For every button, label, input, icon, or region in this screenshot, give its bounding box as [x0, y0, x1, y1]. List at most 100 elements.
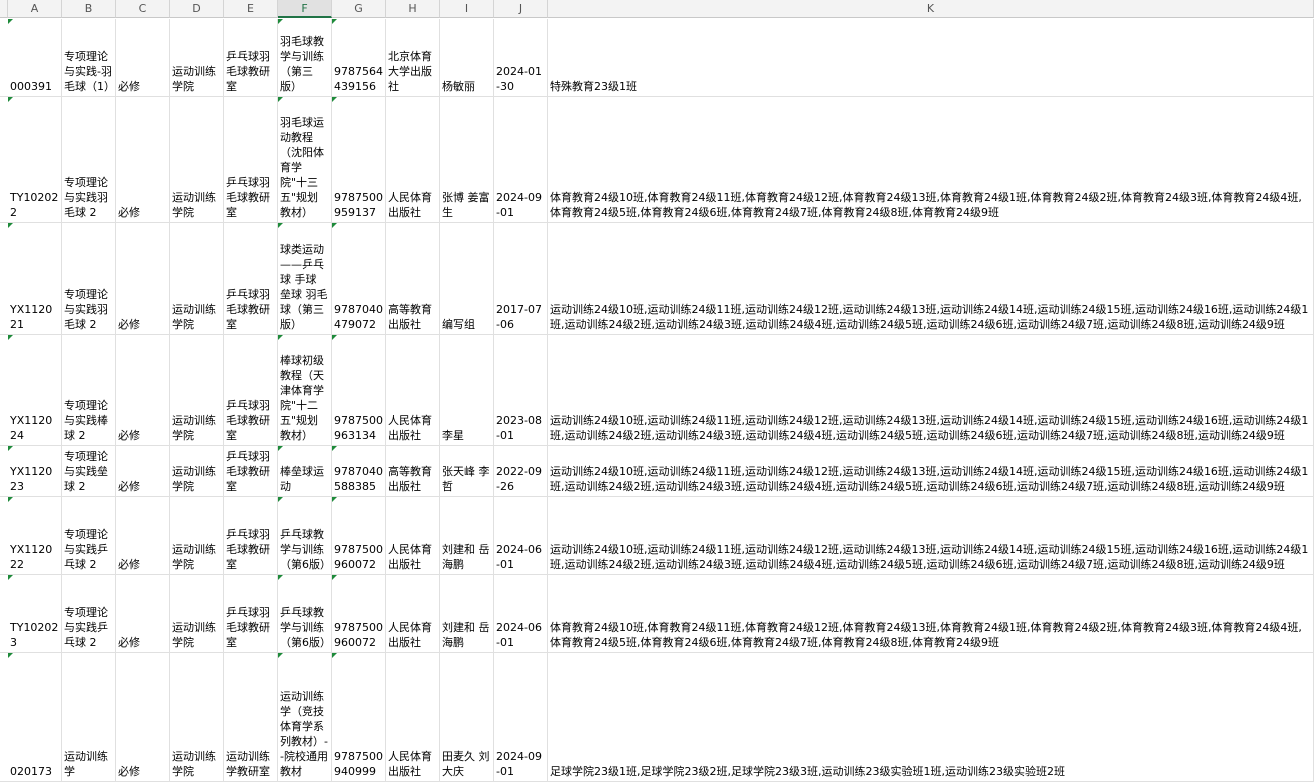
- cell-course[interactable]: 专项理论与实践-羽毛球（1）: [62, 19, 116, 96]
- cell-isbn[interactable]: 9787500960072: [332, 497, 386, 574]
- select-all-corner[interactable]: [0, 0, 8, 18]
- cell-textbook[interactable]: 棒垒球运动: [278, 446, 332, 496]
- cell-course[interactable]: 专项理论与实践羽毛球 2: [62, 97, 116, 222]
- cell-classes[interactable]: 运动训练24级10班,运动训练24级11班,运动训练24级12班,运动训练24级…: [548, 446, 1314, 496]
- cell-course[interactable]: 专项理论与实践乒乓球 2: [62, 575, 116, 652]
- cell-date[interactable]: 2024-01-30: [494, 19, 548, 96]
- cell-publisher[interactable]: 高等教育出版社: [386, 223, 440, 334]
- cell-classes[interactable]: 体育教育24级10班,体育教育24级11班,体育教育24级12班,体育教育24级…: [548, 97, 1314, 222]
- cell-classes[interactable]: 运动训练24级10班,运动训练24级11班,运动训练24级12班,运动训练24级…: [548, 497, 1314, 574]
- column-header-f[interactable]: F: [278, 0, 332, 18]
- cell-author[interactable]: 编写组: [440, 223, 494, 334]
- cell-classes[interactable]: 体育教育24级10班,体育教育24级11班,体育教育24级12班,体育教育24级…: [548, 575, 1314, 652]
- column-header-e[interactable]: E: [224, 0, 278, 18]
- cell-college[interactable]: 运动训练学院: [170, 653, 224, 781]
- cell-textbook[interactable]: 棒球初级教程（天津体育学院"十二五"规划教材）: [278, 335, 332, 445]
- cell-classes[interactable]: 运动训练24级10班,运动训练24级11班,运动训练24级12班,运动训练24级…: [548, 223, 1314, 334]
- cell-author[interactable]: 张天峰 李哲: [440, 446, 494, 496]
- cell-college[interactable]: 运动训练学院: [170, 223, 224, 334]
- cell-classes[interactable]: 运动训练24级10班,运动训练24级11班,运动训练24级12班,运动训练24级…: [548, 335, 1314, 445]
- cell-isbn[interactable]: 9787500959137: [332, 97, 386, 222]
- column-header-d[interactable]: D: [170, 0, 224, 18]
- cell-textbook[interactable]: 乒乓球教学与训练（第6版）: [278, 575, 332, 652]
- cell-textbook[interactable]: 羽毛球教学与训练（第三版）: [278, 19, 332, 96]
- cell-author[interactable]: 田麦久 刘大庆: [440, 653, 494, 781]
- cell-id[interactable]: YX112023: [8, 446, 62, 496]
- cell-department[interactable]: 运动训练学教研室: [224, 653, 278, 781]
- cell-id[interactable]: TY102022: [8, 97, 62, 222]
- column-header-a[interactable]: A: [8, 0, 62, 18]
- cell-id[interactable]: YX112022: [8, 497, 62, 574]
- cell-type[interactable]: 必修: [116, 19, 170, 96]
- cell-course[interactable]: 专项理论与实践垒球 2: [62, 446, 116, 496]
- cell-date[interactable]: 2017-07-06: [494, 223, 548, 334]
- cell-textbook[interactable]: 球类运动——乒乓球 手球 垒球 羽毛球（第三版）: [278, 223, 332, 334]
- cell-college[interactable]: 运动训练学院: [170, 335, 224, 445]
- cell-publisher[interactable]: 北京体育大学出版社: [386, 19, 440, 96]
- column-header-j[interactable]: J: [494, 0, 548, 18]
- cell-college[interactable]: 运动训练学院: [170, 19, 224, 96]
- cell-department[interactable]: 乒乓球羽毛球教研室: [224, 446, 278, 496]
- cell-publisher[interactable]: 人民体育出版社: [386, 97, 440, 222]
- column-header-h[interactable]: H: [386, 0, 440, 18]
- cell-isbn[interactable]: 9787040588385: [332, 446, 386, 496]
- cell-college[interactable]: 运动训练学院: [170, 97, 224, 222]
- cell-course[interactable]: 专项理论与实践乒乓球 2: [62, 497, 116, 574]
- cell-date[interactable]: 2024-06-01: [494, 575, 548, 652]
- cell-type[interactable]: 必修: [116, 497, 170, 574]
- cell-isbn[interactable]: 9787500963134: [332, 335, 386, 445]
- column-header-g[interactable]: G: [332, 0, 386, 18]
- cell-date[interactable]: 2023-08-01: [494, 335, 548, 445]
- cell-id[interactable]: TY102023: [8, 575, 62, 652]
- cell-id[interactable]: YX112024: [8, 335, 62, 445]
- cell-publisher[interactable]: 人民体育出版社: [386, 653, 440, 781]
- column-header-c[interactable]: C: [116, 0, 170, 18]
- cell-date[interactable]: 2024-06-01: [494, 497, 548, 574]
- cell-publisher[interactable]: 人民体育出版社: [386, 335, 440, 445]
- cell-isbn[interactable]: 9787564439156: [332, 19, 386, 96]
- cell-course[interactable]: 专项理论与实践棒球 2: [62, 335, 116, 445]
- cell-publisher[interactable]: 人民体育出版社: [386, 497, 440, 574]
- cell-department[interactable]: 乒乓球羽毛球教研室: [224, 97, 278, 222]
- cell-department[interactable]: 乒乓球羽毛球教研室: [224, 575, 278, 652]
- cell-department[interactable]: 乒乓球羽毛球教研室: [224, 19, 278, 96]
- cell-department[interactable]: 乒乓球羽毛球教研室: [224, 335, 278, 445]
- cell-classes[interactable]: 足球学院23级1班,足球学院23级2班,足球学院23级3班,运动训练23级实验班…: [548, 653, 1314, 781]
- cell-college[interactable]: 运动训练学院: [170, 497, 224, 574]
- cell-department[interactable]: 乒乓球羽毛球教研室: [224, 223, 278, 334]
- cell-id[interactable]: YX112021: [8, 223, 62, 334]
- cell-department[interactable]: 乒乓球羽毛球教研室: [224, 497, 278, 574]
- cell-type[interactable]: 必修: [116, 97, 170, 222]
- cell-course[interactable]: 专项理论与实践羽毛球 2: [62, 223, 116, 334]
- column-header-b[interactable]: B: [62, 0, 116, 18]
- cell-isbn[interactable]: 9787500960072: [332, 575, 386, 652]
- cell-type[interactable]: 必修: [116, 446, 170, 496]
- cell-classes[interactable]: 特殊教育23级1班: [548, 19, 1314, 96]
- cell-author[interactable]: 刘建和 岳海鹏: [440, 497, 494, 574]
- cell-id[interactable]: 020173: [8, 653, 62, 781]
- cell-date[interactable]: 2024-09-01: [494, 97, 548, 222]
- cell-publisher[interactable]: 人民体育出版社: [386, 575, 440, 652]
- cell-isbn[interactable]: 9787040479072: [332, 223, 386, 334]
- cell-textbook[interactable]: 乒乓球教学与训练（第6版）: [278, 497, 332, 574]
- cell-author[interactable]: 杨敏丽: [440, 19, 494, 96]
- cell-type[interactable]: 必修: [116, 335, 170, 445]
- column-header-i[interactable]: I: [440, 0, 494, 18]
- cell-type[interactable]: 必修: [116, 575, 170, 652]
- cell-type[interactable]: 必修: [116, 223, 170, 334]
- column-header-k[interactable]: K: [548, 0, 1314, 18]
- cell-course[interactable]: 运动训练学: [62, 653, 116, 781]
- cell-date[interactable]: 2022-09-26: [494, 446, 548, 496]
- cell-textbook[interactable]: 运动训练学（竞技体育学系列教材）--院校通用教材: [278, 653, 332, 781]
- cell-date[interactable]: 2024-09-01: [494, 653, 548, 781]
- cell-author[interactable]: 张博 姜富生: [440, 97, 494, 222]
- cell-college[interactable]: 运动训练学院: [170, 575, 224, 652]
- cell-type[interactable]: 必修: [116, 653, 170, 781]
- cell-author[interactable]: 刘建和 岳海鹏: [440, 575, 494, 652]
- cell-college[interactable]: 运动训练学院: [170, 446, 224, 496]
- cell-author[interactable]: 李星: [440, 335, 494, 445]
- cell-id[interactable]: 000391: [8, 19, 62, 96]
- cell-isbn[interactable]: 9787500940999: [332, 653, 386, 781]
- cell-publisher[interactable]: 高等教育出版社: [386, 446, 440, 496]
- cell-textbook[interactable]: 羽毛球运动教程（沈阳体育学院"十三五"规划教材）: [278, 97, 332, 222]
